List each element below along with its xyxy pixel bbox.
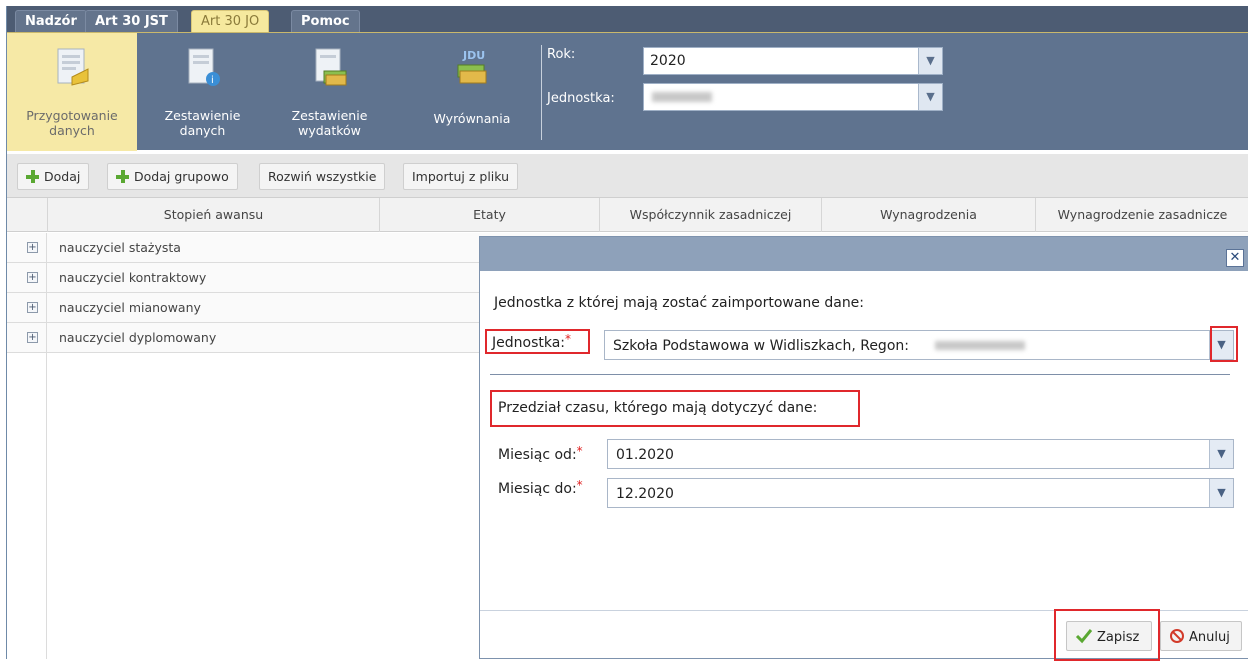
expand-icon[interactable]: + — [27, 272, 38, 283]
required-mark: * — [576, 444, 583, 458]
jednostka-ribbon-label: Jednostka: — [547, 91, 615, 106]
tab-nadzor[interactable]: Nadzór — [15, 10, 87, 32]
svg-text:JDU: JDU — [462, 49, 485, 62]
miesiac-do-select[interactable]: 12.2020 ▼ — [607, 478, 1234, 508]
divider — [490, 374, 1230, 375]
column-wynagrodzenie-zasadnicze[interactable]: Wynagrodzenie zasadnicze — [1035, 198, 1248, 232]
cancel-icon — [1170, 629, 1184, 643]
miesiac-do-label: Miesiąc do:* — [498, 478, 583, 497]
miesiac-od-value: 01.2020 — [616, 447, 674, 463]
dialog-header: ✕ — [480, 237, 1248, 271]
rok-label: Rok: — [547, 47, 576, 62]
przygotowanie-danych-button[interactable]: Przygotowanie danych — [7, 33, 137, 151]
importuj-z-pliku-button[interactable]: Importuj z pliku — [403, 163, 519, 190]
tab-art30-jo[interactable]: Art 30 JO — [191, 10, 270, 32]
column-stopien-awansu[interactable]: Stopień awansu — [47, 198, 379, 232]
plus-icon — [26, 170, 39, 183]
dodaj-grupowo-label: Dodaj grupowo — [134, 169, 229, 184]
chevron-down-icon[interactable]: ▼ — [1209, 440, 1233, 468]
miesiac-do-value: 12.2020 — [616, 486, 674, 502]
column-wspolczynnik[interactable]: Współczynnik zasadniczej — [599, 198, 821, 232]
wyrownania-button[interactable]: JDU Wyrównania — [417, 33, 527, 151]
close-icon[interactable]: ✕ — [1226, 249, 1244, 267]
ribbon: Przygotowanie danych i Zestawienie danyc… — [7, 32, 1248, 151]
zestawienie-wydatkow-button[interactable]: Zestawienie wydatków — [277, 33, 382, 151]
row-label: nauczyciel kontraktowy — [59, 270, 207, 285]
grid-header: Stopień awansu Etaty Współczynnik zasadn… — [7, 198, 1248, 232]
row-gutter — [7, 353, 47, 659]
app-window: Nadzór Art 30 JST Art 30 JO Pomoc Przygo… — [6, 6, 1248, 661]
chevron-down-icon[interactable]: ▼ — [1209, 479, 1233, 507]
dodaj-button[interactable]: Dodaj — [17, 163, 90, 190]
highlight-box — [490, 390, 860, 427]
ribbon-separator — [541, 45, 542, 140]
chevron-down-icon[interactable]: ▼ — [918, 48, 942, 74]
plus-icon — [116, 170, 129, 183]
required-mark: * — [576, 478, 583, 492]
tab-art30-jst[interactable]: Art 30 JST — [85, 10, 178, 32]
highlight-box — [1210, 326, 1238, 362]
jednostka-ribbon-select[interactable]: ▼ — [643, 83, 943, 111]
svg-text:i: i — [211, 75, 214, 86]
expand-icon[interactable]: + — [27, 242, 38, 253]
top-tab-bar: Nadzór Art 30 JST Art 30 JO Pomoc — [7, 6, 1248, 32]
redacted-value — [652, 92, 712, 102]
redacted-regon — [935, 341, 1025, 350]
grid-toolbar: Dodaj Dodaj grupowo Rozwiń wszystkie Imp… — [7, 154, 1248, 198]
dodaj-grupowo-button[interactable]: Dodaj grupowo — [107, 163, 238, 190]
jednostka-value: Szkoła Podstawowa w Widliszkach, Regon: — [613, 338, 909, 354]
document-info-icon: i — [188, 48, 220, 86]
wyrownania-label: Wyrównania — [433, 111, 511, 126]
highlight-box — [485, 329, 590, 354]
column-wynagrodzenia[interactable]: Wynagrodzenia — [821, 198, 1035, 232]
anuluj-label: Anuluj — [1189, 630, 1230, 645]
zestawienie-danych-label: Zestawienie danych — [164, 108, 241, 138]
column-etaty[interactable]: Etaty — [379, 198, 599, 232]
document-money-icon — [315, 48, 346, 86]
miesiac-od-select[interactable]: 01.2020 ▼ — [607, 439, 1234, 469]
dialog-intro-text: Jednostka z której mają zostać zaimporto… — [494, 295, 865, 311]
document-pencil-icon — [57, 48, 89, 86]
dodaj-label: Dodaj — [44, 169, 81, 184]
row-label: nauczyciel stażysta — [59, 240, 181, 255]
tab-pomoc[interactable]: Pomoc — [291, 10, 360, 32]
przygotowanie-danych-label: Przygotowanie danych — [26, 108, 118, 138]
zestawienie-danych-button[interactable]: i Zestawienie danych — [155, 33, 250, 151]
highlight-box — [1054, 609, 1160, 661]
rozwin-wszystkie-button[interactable]: Rozwiń wszystkie — [259, 163, 386, 190]
anuluj-button[interactable]: Anuluj — [1160, 621, 1242, 651]
miesiac-od-label: Miesiąc od:* — [498, 444, 583, 463]
row-label: nauczyciel mianowany — [59, 300, 201, 315]
expand-icon[interactable]: + — [27, 332, 38, 343]
jdu-money-icon: JDU — [457, 49, 487, 84]
zestawienie-wydatkow-label: Zestawienie wydatków — [291, 108, 368, 138]
jednostka-select[interactable]: Szkoła Podstawowa w Widliszkach, Regon: … — [604, 330, 1234, 360]
import-dialog: ✕ Jednostka z której mają zostać zaimpor… — [479, 236, 1248, 661]
rok-select[interactable]: 2020 ▼ — [643, 47, 943, 75]
rok-value: 2020 — [650, 53, 686, 69]
row-label: nauczyciel dyplomowany — [59, 330, 217, 345]
expand-icon[interactable]: + — [27, 302, 38, 313]
chevron-down-icon[interactable]: ▼ — [918, 84, 942, 110]
